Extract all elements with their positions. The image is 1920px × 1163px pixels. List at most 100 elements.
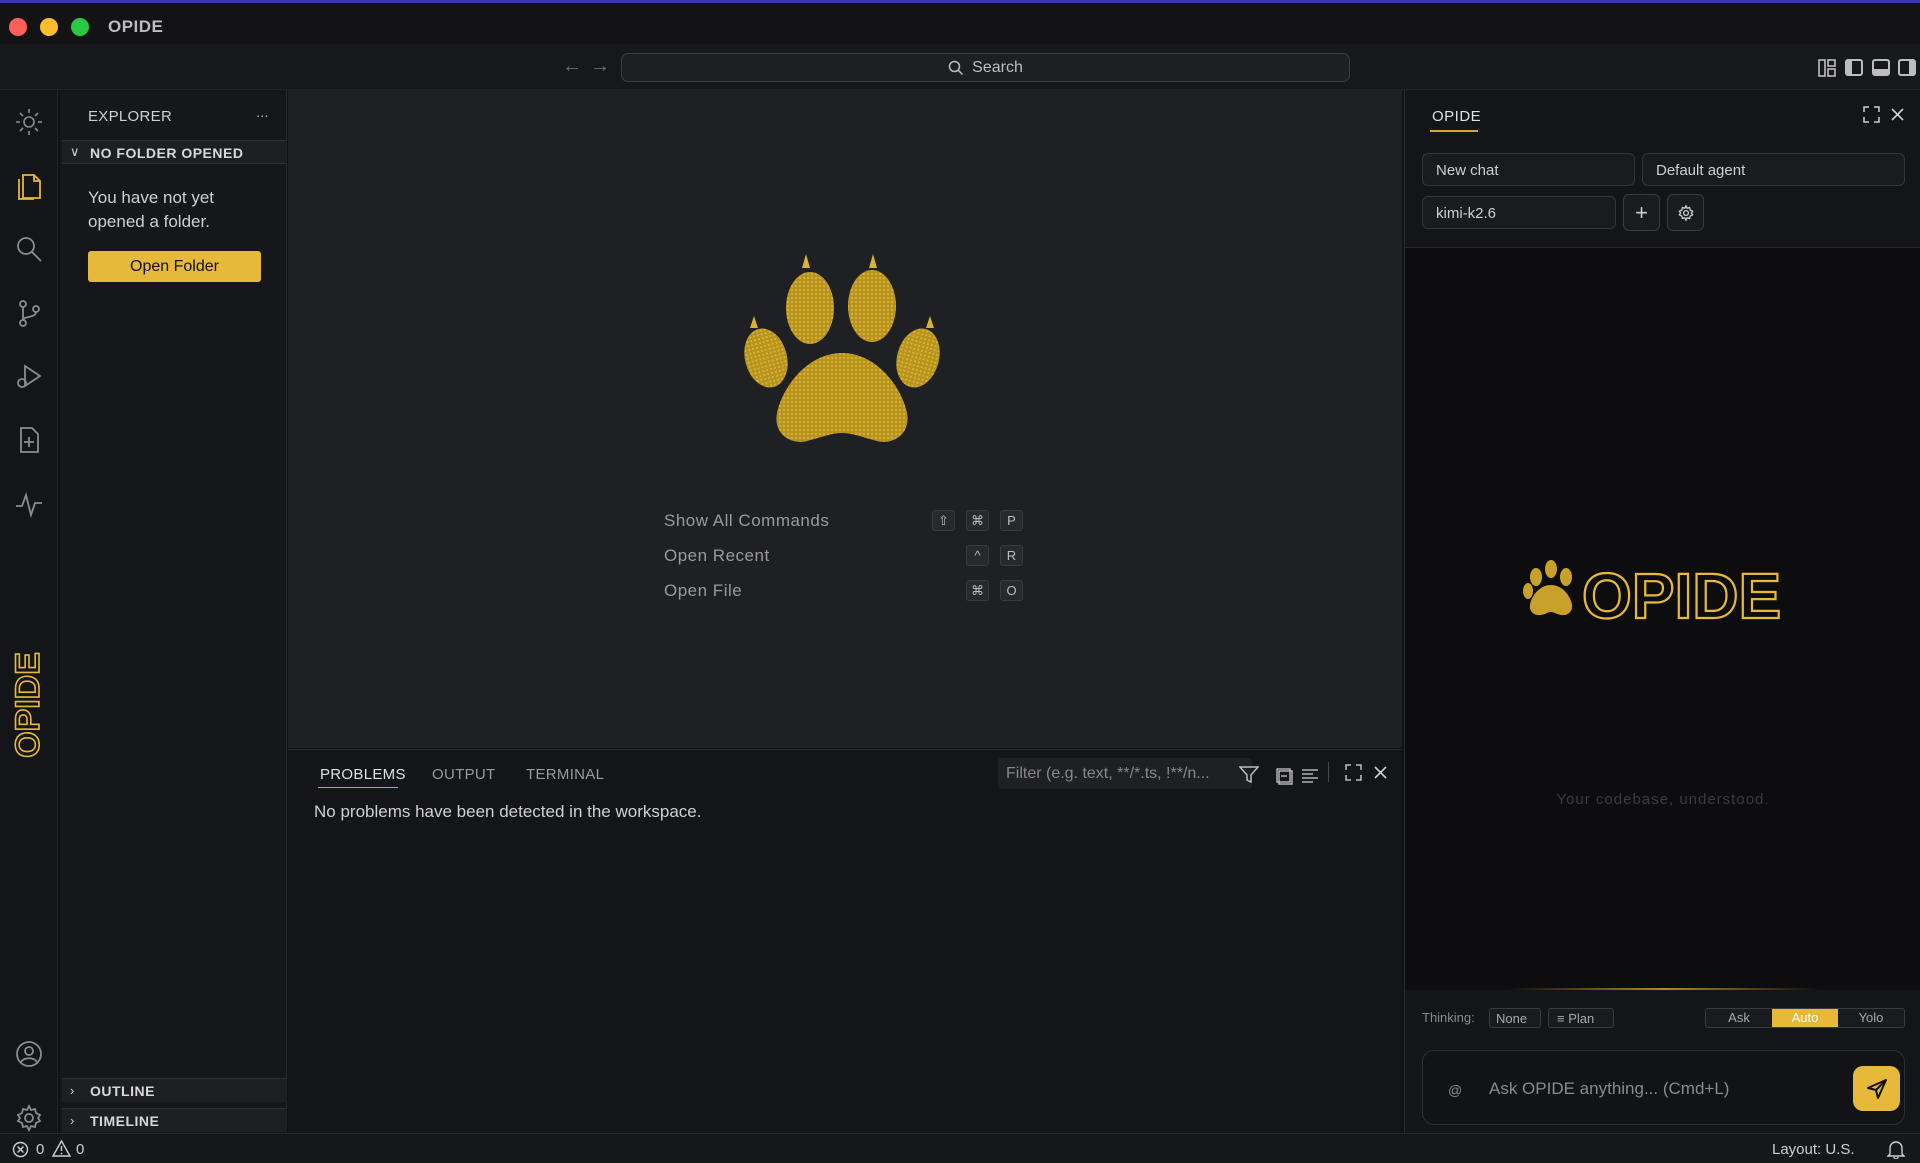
activity-bar: OPIDE (0, 90, 58, 1133)
timeline-section-header[interactable]: › TIMELINE (62, 1108, 287, 1132)
opide-brand-logo: OPIDE (1523, 559, 1782, 633)
search-icon[interactable] (11, 231, 47, 267)
new-chat-selector[interactable]: New chat (1422, 153, 1635, 186)
no-problems-message: No problems have been detected in the wo… (314, 802, 702, 821)
open-recent-label[interactable]: Open Recent (664, 546, 770, 566)
filter-icon[interactable] (1239, 766, 1259, 784)
activity-pulse-icon[interactable] (11, 486, 47, 522)
arrow-left-icon[interactable]: ← (562, 55, 582, 78)
agent-selector[interactable]: Default agent (1642, 153, 1905, 186)
tab-opide[interactable]: OPIDE (1432, 108, 1481, 125)
command-key: ⌘ (966, 510, 989, 531)
opide-vertical-logo: OPIDE (8, 651, 48, 758)
run-debug-icon[interactable] (11, 358, 47, 394)
warning-icon[interactable] (52, 1140, 71, 1157)
show-all-commands-label[interactable]: Show All Commands (664, 511, 829, 531)
problems-filter-input[interactable]: Filter (e.g. text, **/*.ts, !**/n... (998, 758, 1252, 789)
account-icon[interactable] (11, 1036, 47, 1072)
no-folder-section-header[interactable]: ∨ NO FOLDER OPENED (62, 140, 287, 164)
minimize-window-button[interactable] (40, 18, 58, 36)
chat-composer: Thinking: None ≡ Plan Ask Auto Yolo @ As… (1405, 990, 1920, 1133)
toggle-secondary-sidebar-icon[interactable] (1898, 59, 1916, 76)
view-as-tree-icon[interactable] (1301, 768, 1319, 784)
title-bar: OPIDE (0, 0, 1920, 44)
collapse-all-icon[interactable] (1276, 768, 1294, 786)
error-icon[interactable] (12, 1141, 29, 1158)
active-tab-indicator (1430, 130, 1478, 132)
control-key: ^ (966, 545, 989, 566)
no-folder-section-title: NO FOLDER OPENED (90, 145, 244, 161)
close-window-button[interactable] (9, 18, 27, 36)
plus-icon: + (1635, 199, 1648, 225)
thinking-level-selector[interactable]: None (1489, 1008, 1541, 1028)
explorer-files-icon[interactable] (11, 167, 47, 203)
expand-icon[interactable] (1863, 106, 1880, 123)
maximize-window-button[interactable] (71, 18, 89, 36)
error-count[interactable]: 0 (36, 1141, 44, 1158)
chat-input-placeholder[interactable]: Ask OPIDE anything... (Cmd+L) (1489, 1079, 1729, 1099)
plan-label: Plan (1568, 1011, 1595, 1026)
more-actions-button[interactable]: ... (256, 104, 269, 121)
chevron-down-icon: ∨ (70, 144, 80, 159)
keyboard-layout[interactable]: Layout: U.S. (1772, 1141, 1855, 1158)
close-icon[interactable] (1890, 107, 1905, 122)
mode-auto[interactable]: Auto (1772, 1009, 1838, 1027)
command-toolbar: ← → Search (0, 44, 1920, 90)
notifications-bell-icon[interactable] (1887, 1140, 1905, 1159)
command-key: ⌘ (966, 580, 989, 601)
outline-section-title: OUTLINE (90, 1083, 155, 1099)
shift-key: ⇧ (932, 510, 955, 531)
arrow-right-icon[interactable]: → (590, 55, 610, 78)
command-search-box[interactable]: Search (621, 53, 1350, 82)
mention-icon[interactable]: @ (1448, 1082, 1462, 1098)
tagline: Your codebase, understood. (1556, 791, 1770, 808)
paw-logo (744, 254, 940, 442)
search-icon (948, 60, 964, 75)
p-key: P (1000, 510, 1023, 531)
plan-toggle[interactable]: ≡ Plan (1548, 1008, 1614, 1028)
toggle-primary-sidebar-icon[interactable] (1845, 59, 1863, 76)
search-label: Search (972, 58, 1023, 76)
source-control-icon[interactable] (11, 295, 47, 331)
app-title: OPIDE (108, 17, 164, 36)
status-bar: 0 0 Layout: U.S. (0, 1133, 1920, 1163)
brand-text: OPIDE (1582, 560, 1781, 632)
active-tab-indicator (318, 787, 398, 788)
warning-count[interactable]: 0 (76, 1141, 84, 1158)
model-selector[interactable]: kimi-k2.6 (1422, 196, 1616, 229)
thinking-label: Thinking: (1422, 1010, 1475, 1025)
new-file-icon[interactable] (11, 422, 47, 458)
chevron-right-icon: › (70, 1113, 75, 1128)
o-key: O (1000, 580, 1023, 601)
outline-section-header[interactable]: › OUTLINE (62, 1078, 287, 1102)
r-key: R (1000, 545, 1023, 566)
mode-yolo[interactable]: Yolo (1838, 1009, 1904, 1027)
chat-input-box[interactable]: @ Ask OPIDE anything... (Cmd+L) (1422, 1050, 1905, 1125)
bottom-panel: PROBLEMS OUTPUT TERMINAL Filter (e.g. te… (288, 749, 1402, 1133)
chevron-right-icon: › (70, 1083, 75, 1098)
opide-chat-panel: OPIDE New chat Default agent kimi-k2.6 +… (1404, 90, 1920, 1133)
mode-selector: Ask Auto Yolo (1705, 1008, 1905, 1028)
mode-ask[interactable]: Ask (1706, 1009, 1772, 1027)
send-icon (1866, 1078, 1887, 1099)
no-folder-message: You have not yet opened a folder. (88, 188, 215, 231)
send-button[interactable] (1853, 1066, 1900, 1111)
open-folder-button[interactable]: Open Folder (88, 251, 261, 282)
tab-problems[interactable]: PROBLEMS (320, 766, 406, 783)
settings-gear-icon[interactable] (11, 1100, 47, 1136)
add-button[interactable]: + (1623, 194, 1660, 231)
timeline-section-title: TIMELINE (90, 1113, 160, 1129)
editor-area: Show All Commands ⇧ ⌘ P Open Recent ^ R … (288, 90, 1402, 748)
tab-output[interactable]: OUTPUT (432, 766, 495, 783)
explorer-sidebar: EXPLORER ... ∨ NO FOLDER OPENED You have… (60, 90, 287, 1133)
close-panel-icon[interactable] (1373, 765, 1388, 780)
panel-toolbar-divider (1328, 762, 1329, 782)
tab-terminal[interactable]: TERMINAL (526, 766, 604, 783)
chat-settings-button[interactable] (1667, 194, 1704, 231)
customize-layout-icon[interactable] (1818, 59, 1836, 77)
open-file-label[interactable]: Open File (664, 581, 742, 601)
maximize-panel-icon[interactable] (1345, 764, 1362, 781)
plan-icon: ≡ (1557, 1011, 1569, 1026)
opide-sun-icon[interactable] (11, 104, 47, 140)
toggle-panel-icon[interactable] (1872, 59, 1890, 76)
